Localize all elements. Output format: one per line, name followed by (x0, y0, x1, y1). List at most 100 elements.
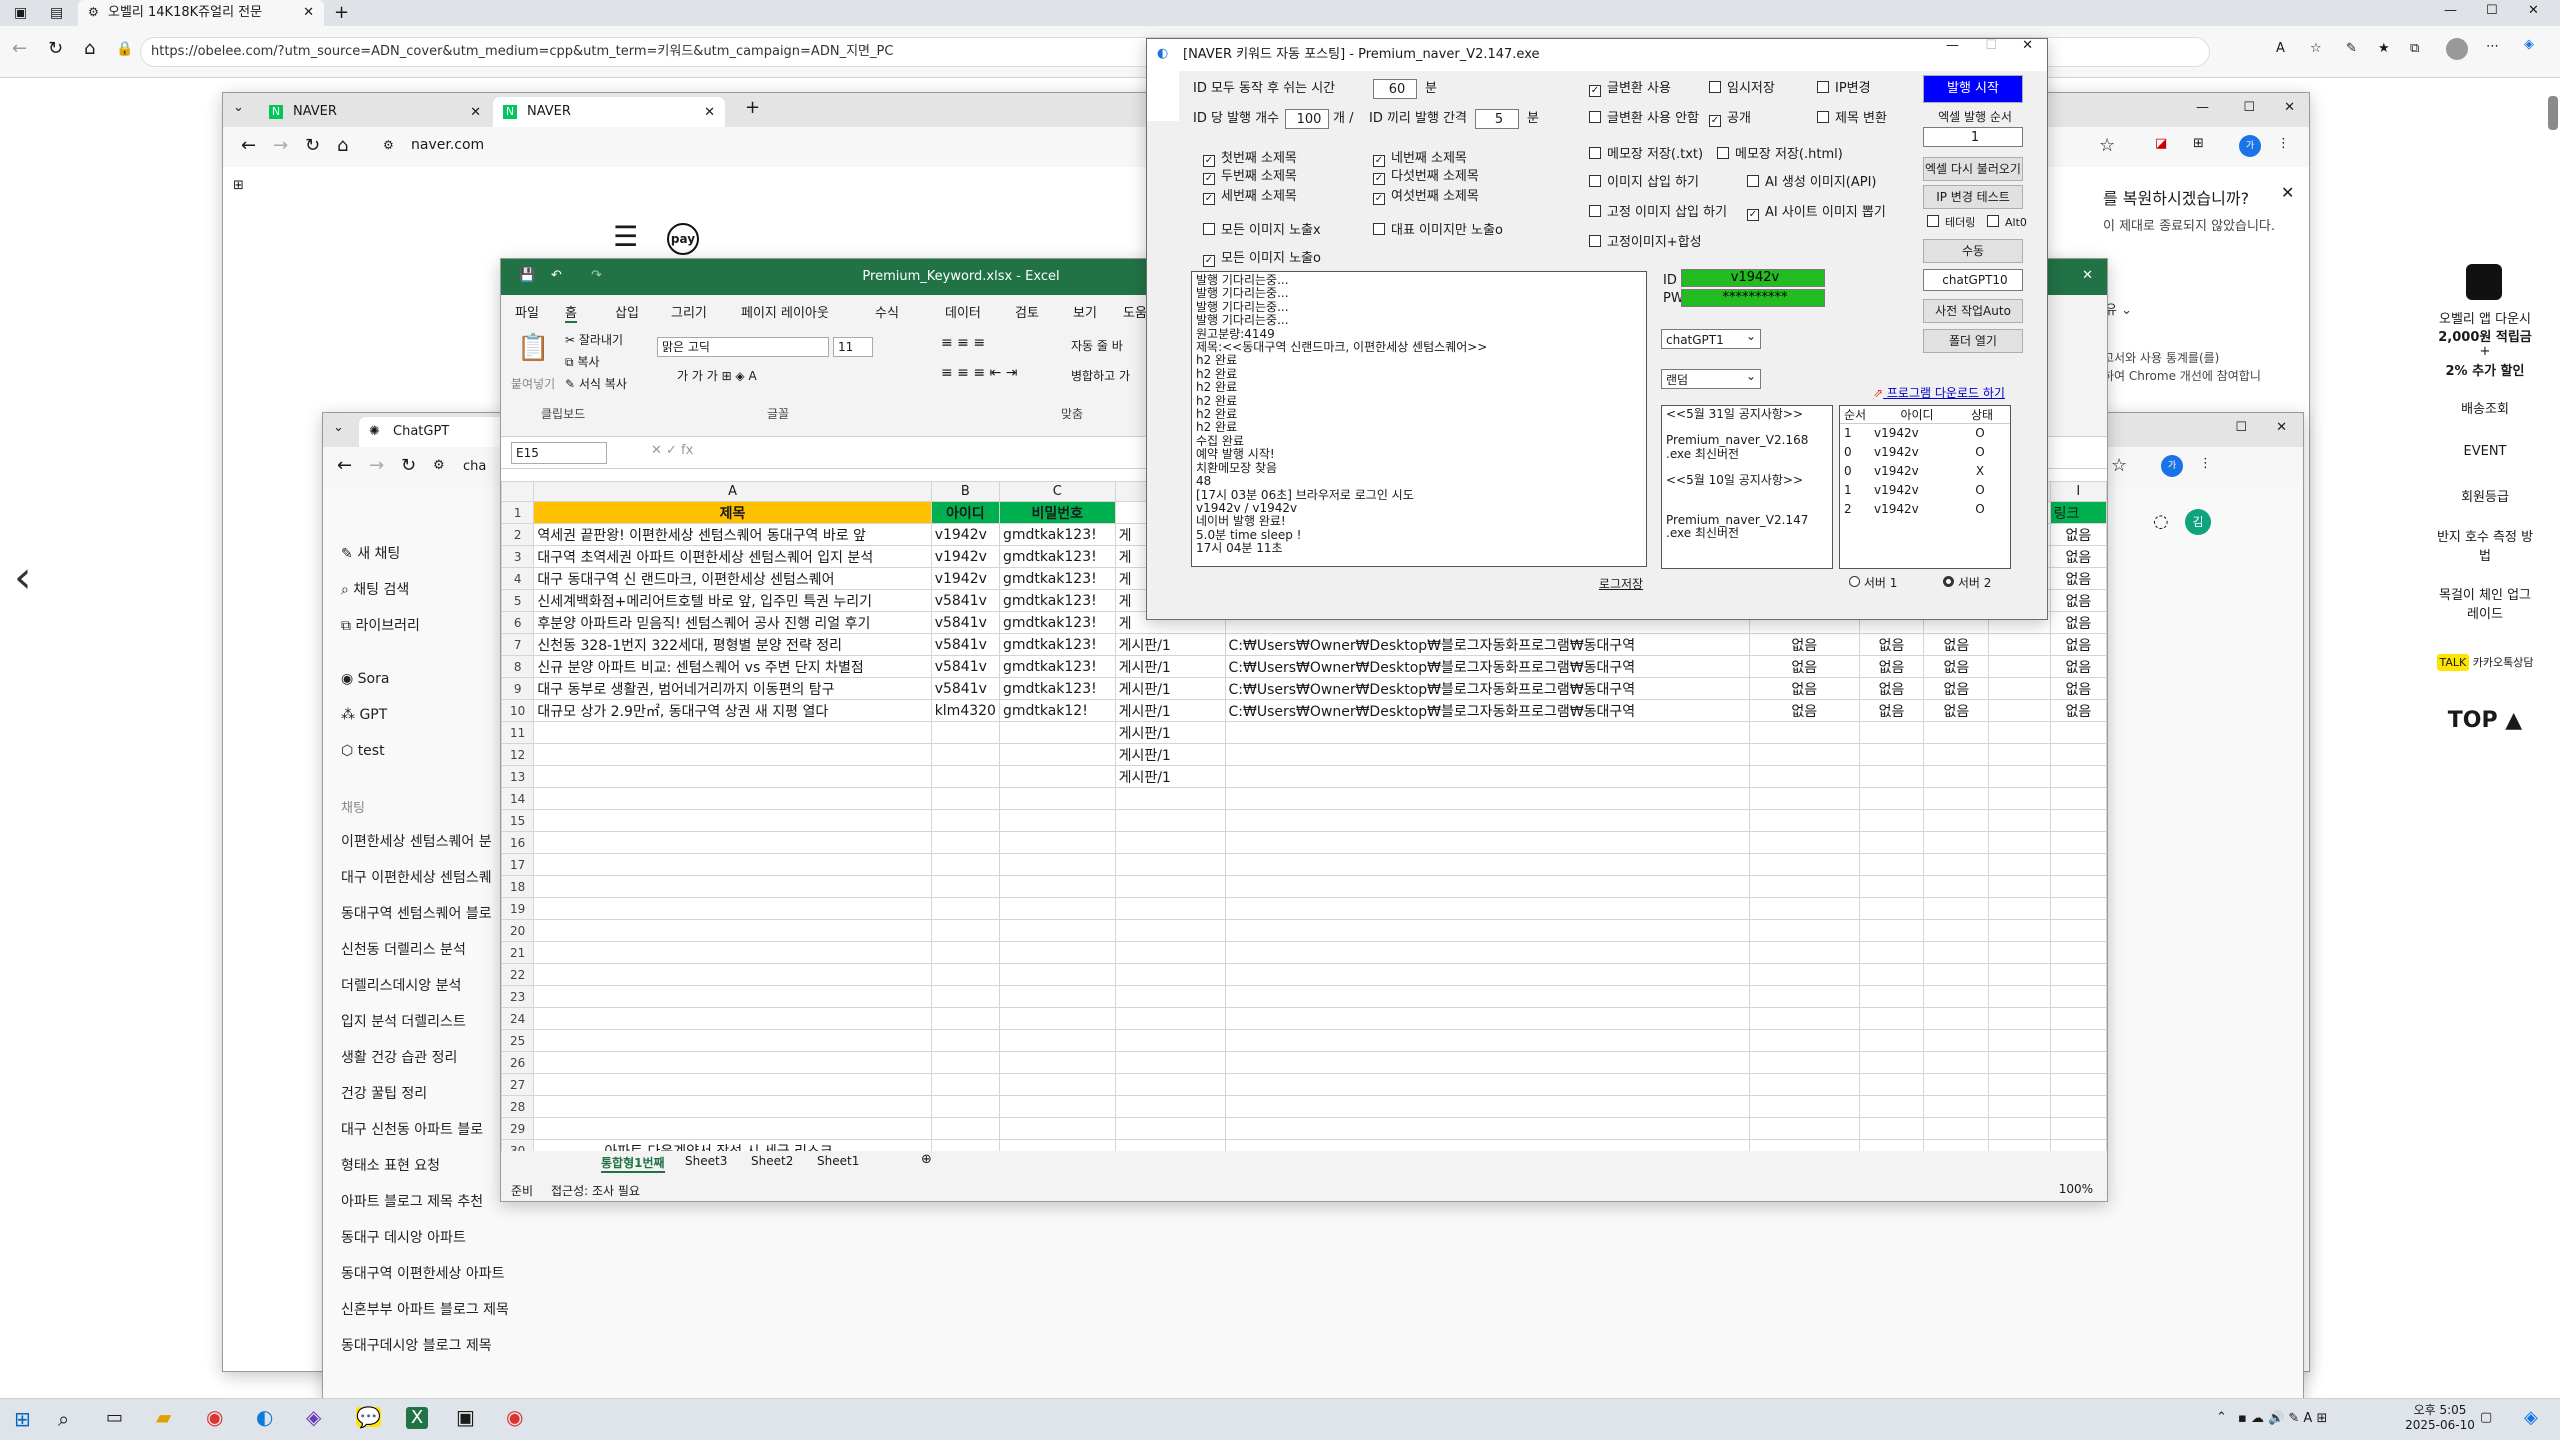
row-header[interactable]: 9 (501, 677, 535, 700)
cell[interactable] (1748, 941, 1860, 964)
cell[interactable] (1114, 809, 1226, 832)
cell[interactable] (533, 787, 932, 810)
cell[interactable]: C:₩Users₩Owner₩Desktop₩블로그자동화프로그램₩동대구역 (1224, 655, 1750, 678)
row-header[interactable]: 3 (501, 545, 535, 568)
close-window-icon[interactable]: ✕ (2082, 269, 2093, 282)
site-info-icon[interactable]: ⚙ (383, 139, 394, 151)
cell[interactable]: 대구 동부로 생활권, 범어네거리까지 이동편의 탐구 (533, 677, 932, 700)
library-button[interactable]: ⧉ 라이브러리 (341, 615, 420, 635)
cell[interactable] (533, 831, 932, 854)
cell[interactable] (1224, 963, 1750, 986)
cell[interactable]: gmdtkak123! (998, 545, 1116, 568)
cell[interactable] (2049, 875, 2107, 898)
cell[interactable]: 없음 (1748, 699, 1860, 722)
cell[interactable] (930, 743, 1000, 766)
cell[interactable] (1988, 875, 2051, 898)
cell[interactable] (2049, 919, 2107, 942)
option-checkbox[interactable]: ✓ 첫번째 소제목 (1203, 151, 1297, 167)
cell[interactable] (1988, 1007, 2051, 1030)
cell[interactable] (2049, 1007, 2107, 1030)
row-header[interactable]: 4 (501, 567, 535, 590)
close-icon[interactable]: ✕ (704, 106, 715, 119)
cell[interactable] (1748, 1051, 1860, 1074)
cell[interactable]: 대구역 초역세권 아파트 이편한세상 센텀스퀘어 입지 분석 (533, 545, 932, 568)
poster-app-icon[interactable]: ▣ (456, 1407, 475, 1427)
cell[interactable] (533, 875, 932, 898)
tab-obelee[interactable]: ⚙ 오벨리 14K18K쥬얼리 전문 ✕ (78, 0, 324, 26)
cell[interactable] (1114, 941, 1226, 964)
cell[interactable]: 없음 (1858, 655, 1925, 678)
cell[interactable] (1923, 1007, 1990, 1030)
undo-icon[interactable]: ↶ (551, 269, 562, 282)
ribbon-tab[interactable]: 삽입 (615, 302, 639, 321)
chat-history-item[interactable]: 더렐리스데시앙 분석 (341, 975, 461, 995)
cell[interactable] (1923, 875, 1990, 898)
cell[interactable] (1224, 853, 1750, 876)
cell[interactable] (533, 809, 932, 832)
prework-auto-button[interactable]: 사전 작업Auto (1923, 299, 2023, 323)
cell[interactable] (1224, 831, 1750, 854)
row-header[interactable]: 5 (501, 589, 535, 612)
cell[interactable] (1858, 787, 1925, 810)
cell[interactable] (533, 941, 932, 964)
cell[interactable] (2049, 831, 2107, 854)
gpt-button[interactable]: ⁂ GPT (341, 707, 387, 723)
profile-avatar-icon[interactable] (2446, 38, 2468, 60)
cell[interactable] (1748, 1007, 1860, 1030)
cell[interactable] (930, 1095, 1000, 1118)
cell[interactable] (1224, 765, 1750, 788)
cell[interactable]: gmdtkak123! (998, 523, 1116, 546)
favorite-star-icon[interactable]: ☆ (2111, 457, 2127, 475)
cell[interactable] (1858, 875, 1925, 898)
row-header[interactable]: 10 (501, 699, 535, 722)
cell[interactable]: 대구 동대구역 신 랜드마크, 이편한세상 센텀스퀘어 (533, 567, 932, 590)
row-header[interactable]: 15 (501, 809, 535, 832)
ribbon-tab[interactable]: 페이지 레이아웃 (741, 302, 829, 321)
notice-box[interactable]: <<5월 31일 공지사항>> Premium_naver_V2.168 .exe … (1661, 405, 1833, 569)
favorite-star-icon[interactable]: ☆ (2310, 42, 2322, 55)
minimize-icon[interactable]: — (2196, 101, 2209, 114)
chat-history-item[interactable]: 입지 분석 더렐리스트 (341, 1011, 466, 1031)
save-icon[interactable]: 💾 (519, 269, 535, 282)
close-window-icon[interactable]: ✕ (2284, 101, 2295, 114)
cell[interactable]: 없음 (1923, 699, 1990, 722)
cell[interactable] (1858, 743, 1925, 766)
cell[interactable] (998, 1029, 1116, 1052)
row-header[interactable]: 20 (501, 919, 535, 942)
option-checkbox[interactable]: ✓ 글변환 사용 (1589, 81, 1671, 97)
cell[interactable] (2049, 853, 2107, 876)
option-checkbox[interactable]: 대표 이미지만 노출o (1373, 223, 1503, 239)
chat-history-item[interactable]: 신천동 더렐리스 분석 (341, 939, 466, 959)
cell[interactable] (930, 1117, 1000, 1140)
cell[interactable]: 없음 (1748, 633, 1860, 656)
cell[interactable] (1748, 809, 1860, 832)
cell[interactable]: 후분양 아파트라 믿음직! 센텀스퀘어 공사 진행 리얼 후기 (533, 611, 932, 634)
row-header[interactable]: 16 (501, 831, 535, 854)
cell[interactable] (1988, 809, 2051, 832)
cell[interactable] (1748, 897, 1860, 920)
cell[interactable] (1114, 875, 1226, 898)
event-link[interactable]: EVENT (2426, 444, 2544, 459)
chatgpt-url[interactable]: cha (463, 459, 486, 474)
cell[interactable] (1988, 677, 2051, 700)
open-folder-button[interactable]: 폴더 열기 (1923, 329, 2023, 353)
cell[interactable] (1224, 787, 1750, 810)
posts-input[interactable]: 100 (1285, 109, 1329, 129)
cell[interactable] (533, 1073, 932, 1096)
naver-tab-2[interactable]: N NAVER ✕ (493, 97, 725, 127)
new-tab-icon[interactable]: + (334, 4, 349, 22)
cell[interactable] (533, 765, 932, 788)
favorites-icon[interactable]: ★ (2378, 42, 2390, 55)
cell[interactable]: 신규 분양 아파트 비교: 센텀스퀘어 vs 주변 단지 차별점 (533, 655, 932, 678)
excel-icon[interactable]: X (406, 1407, 428, 1429)
cell[interactable] (1988, 897, 2051, 920)
cell[interactable] (930, 1051, 1000, 1074)
cell[interactable] (998, 1095, 1116, 1118)
ribbon-tab[interactable]: 수식 (875, 302, 899, 321)
cell[interactable]: 게시판/1 (1114, 699, 1226, 722)
close-icon[interactable]: ✕ (303, 6, 314, 19)
paste-button[interactable]: 붙여넣기 (511, 375, 555, 392)
search-icon[interactable]: ⌕ (58, 1409, 69, 1429)
cell[interactable] (1224, 721, 1750, 744)
top-button[interactable]: TOP ▲ (2426, 708, 2544, 733)
